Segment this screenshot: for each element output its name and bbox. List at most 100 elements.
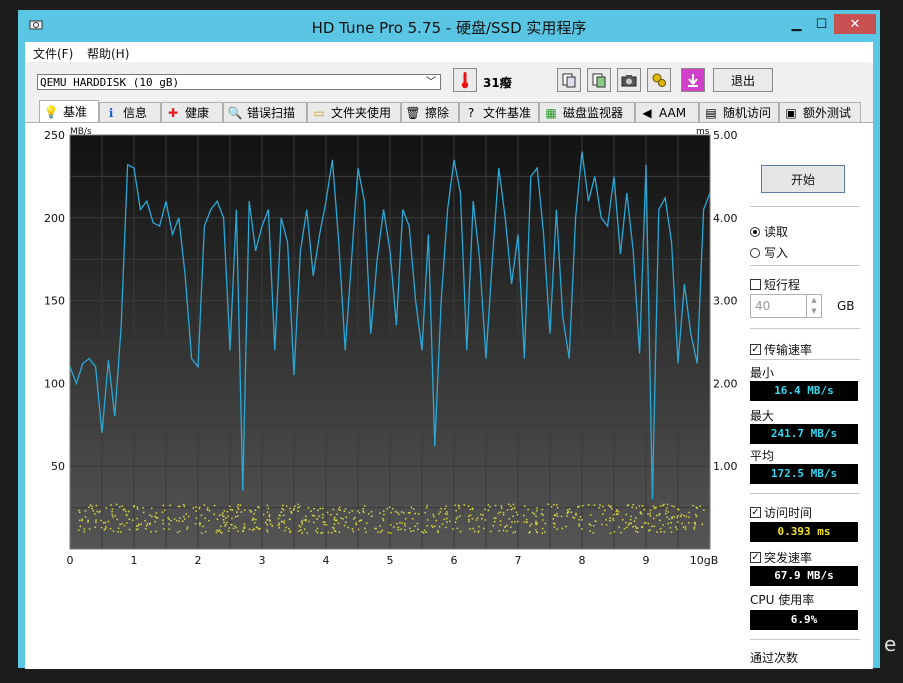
access-time-point: [393, 526, 395, 528]
access-time-point: [370, 510, 373, 513]
access-time-point: [325, 524, 328, 526]
access-time-point: [525, 521, 528, 524]
access-time-point: [407, 512, 410, 514]
x-tick-label: 7: [515, 554, 522, 567]
x-tick-label: 9: [643, 554, 650, 567]
minimize-button[interactable]: ▁: [784, 14, 809, 34]
tab-random-access[interactable]: ▤ 随机访问: [699, 102, 779, 122]
access-time-point: [136, 506, 139, 509]
access-time-point: [312, 521, 315, 524]
copy-text-button[interactable]: [557, 68, 581, 92]
access-time-point: [544, 522, 546, 525]
access-time-point: [362, 507, 365, 510]
tab-disk-monitor[interactable]: ▦ 磁盘监视器: [539, 102, 635, 122]
access-time-point: [431, 526, 434, 529]
spinner-arrows-icon[interactable]: ▲ ▼: [806, 295, 821, 317]
access-time-point: [344, 521, 347, 524]
short-stroke-checkbox[interactable]: 短行程: [750, 276, 800, 293]
access-time-point: [550, 506, 553, 508]
tab-error-scan[interactable]: 🔍 错误扫描: [223, 102, 307, 122]
access-time-point: [459, 515, 461, 517]
access-time-point: [669, 527, 672, 529]
checkbox-checked-icon: ✓: [750, 344, 761, 355]
tab-speaker[interactable]: ◀ AAM: [635, 102, 699, 122]
benchmark-panel: 50 100 150 200 250 1.00 2.00 3.00 4.00 5.00 0 1 2 3 4 5…: [25, 122, 873, 669]
tab-benchmark[interactable]: 💡 基准: [39, 100, 99, 122]
access-time-point: [330, 514, 332, 516]
menu-bar: 文件(F) 帮助(H): [25, 42, 873, 62]
menu-file[interactable]: 文件(F): [33, 45, 73, 62]
options-button[interactable]: [647, 68, 671, 92]
access-time-point: [604, 509, 606, 512]
access-time-point: [506, 530, 508, 532]
access-time-point: [162, 504, 165, 507]
tab-file-benchmark[interactable]: ? 文件基准: [459, 102, 539, 122]
access-time-point: [409, 511, 411, 514]
access-time-point: [99, 510, 101, 513]
access-time-point: [404, 522, 406, 525]
access-time-point: [553, 503, 555, 506]
tab-extra-tests[interactable]: ▣ 额外测试: [779, 102, 861, 122]
access-time-point: [578, 519, 580, 521]
tab-label: 错误扫描: [247, 106, 296, 120]
access-time-point: [515, 511, 518, 513]
burst-rate-checkbox[interactable]: ✓ 突发速率: [750, 549, 812, 566]
tab-info[interactable]: ℹ 信息: [99, 102, 161, 122]
access-time-point: [81, 518, 83, 521]
access-time-point: [666, 516, 668, 519]
y-axis-label: MB/s: [70, 127, 92, 137]
access-time-point: [602, 505, 604, 508]
y-tick-label: 100: [44, 377, 65, 390]
access-time-point: [580, 519, 583, 521]
exit-button[interactable]: 退出: [713, 68, 773, 92]
write-radio[interactable]: 写入: [750, 244, 788, 261]
access-time-checkbox[interactable]: ✓ 访问时间: [750, 504, 812, 521]
access-time-point: [446, 517, 448, 520]
close-button[interactable]: ✕: [834, 14, 876, 34]
title-bar[interactable]: HD Tune Pro 5.75 - 硬盘/SSD 实用程序 ▁ ☐ ✕: [18, 10, 880, 42]
access-time-point: [494, 504, 497, 507]
read-radio[interactable]: 读取: [750, 223, 788, 240]
app-window: HD Tune Pro 5.75 - 硬盘/SSD 实用程序 ▁ ☐ ✕ 文件(…: [18, 10, 880, 669]
access-time-point: [438, 526, 441, 528]
transfer-rate-checkbox[interactable]: ✓ 传输速率: [750, 341, 812, 358]
access-time-point: [234, 515, 237, 518]
access-time-point: [484, 519, 487, 521]
access-time-point: [278, 522, 280, 524]
tab-folder[interactable]: ▭ 文件夹使用: [307, 102, 401, 122]
checkbox-unchecked-icon: [750, 279, 761, 290]
screenshot-button[interactable]: [617, 68, 641, 92]
maximize-button[interactable]: ☐: [809, 14, 834, 34]
access-time-point: [250, 510, 253, 513]
access-time-point: [609, 506, 611, 508]
access-time-point: [231, 509, 234, 511]
access-time-point: [556, 512, 558, 515]
access-time-point: [388, 506, 391, 508]
menu-help[interactable]: 帮助(H): [87, 45, 129, 62]
access-time-point: [589, 524, 592, 527]
access-time-point: [578, 523, 580, 525]
access-time-point: [277, 517, 280, 520]
drive-select[interactable]: QEMU HARDDISK (10 gB) ﹀: [37, 74, 441, 90]
short-stroke-spinner[interactable]: 40 ▲ ▼: [750, 294, 822, 318]
thermometer-button[interactable]: [453, 68, 477, 92]
background-text: e: [884, 632, 897, 656]
tab-health[interactable]: ✚ 健康: [161, 102, 223, 122]
copy-image-button[interactable]: [587, 68, 611, 92]
access-time-point: [283, 522, 285, 524]
access-time-point: [556, 506, 559, 509]
access-time-point: [500, 507, 503, 509]
access-time-point: [446, 521, 448, 523]
access-time-point: [595, 520, 597, 522]
window-title: HD Tune Pro 5.75 - 硬盘/SSD 实用程序: [311, 19, 587, 37]
access-time-point: [487, 504, 490, 506]
y-tick-label: 150: [44, 295, 65, 308]
start-button[interactable]: 开始: [761, 165, 845, 193]
access-time-point: [110, 504, 112, 506]
access-time-point: [220, 525, 222, 528]
tab-erase[interactable]: 🗑 擦除: [401, 102, 459, 122]
copy-icon: [562, 73, 576, 88]
access-time-point: [115, 503, 118, 506]
save-button[interactable]: [681, 68, 705, 92]
access-time-point: [527, 508, 529, 511]
